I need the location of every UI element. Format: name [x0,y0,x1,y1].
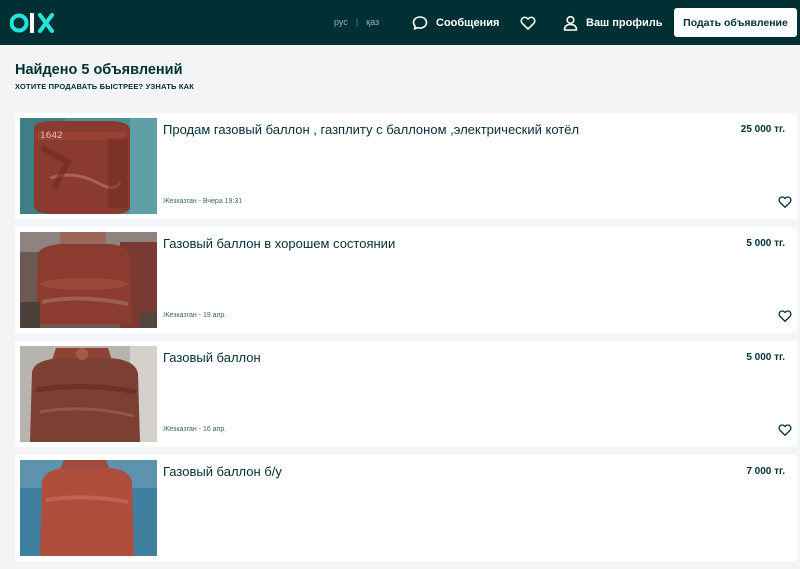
listing-card[interactable]: 1642 Продам газовый баллон , газплиту с … [15,113,797,219]
listing-photo[interactable] [20,346,157,442]
listing-title[interactable]: Газовый баллон в хорошем состоянии [163,236,395,251]
results-count-title: Найдено 5 объявлений [15,62,183,78]
profile-link[interactable]: Ваш профиль [563,14,663,32]
listing-card[interactable]: Газовый баллон 5 000 тг. Жезказган - 16 … [15,341,797,447]
listing-title[interactable]: Продам газовый баллон , газплиту с балло… [163,122,579,137]
heart-icon [520,16,536,30]
listing-price: 25 000 тг. [740,124,785,135]
listing-price: 5 000 тг. [746,238,785,249]
favorite-heart-icon[interactable] [778,309,792,323]
listing-title[interactable]: Газовый баллон [163,350,261,365]
sell-faster-link[interactable]: ХОТИТЕ ПРОДАВАТЬ БЫСТРЕЕ? УЗНАТЬ КАК [15,82,194,91]
messages-link[interactable]: Сообщения [412,14,499,32]
user-icon [563,15,578,31]
messages-label: Сообщения [436,17,500,29]
favorite-heart-icon[interactable] [778,195,792,209]
listing-card[interactable]: Газовый баллон б/у 7 000 тг. [15,455,797,561]
top-navbar: рус | қаз Сообщения Ваш профиль Подать о… [0,0,800,45]
chat-bubble-icon [412,16,428,30]
listing-list: 1642 Продам газовый баллон , газплиту с … [15,113,797,569]
listing-photo[interactable] [20,232,157,328]
lang-separator: | [355,17,359,27]
gas-cylinder-photo: 1642 [20,118,157,214]
listing-card[interactable]: Газовый баллон в хорошем состоянии 5 000… [15,227,797,333]
olx-logo-icon [10,13,54,33]
olx-logo[interactable] [10,8,56,38]
favorites-link[interactable] [520,14,536,32]
listing-price: 5 000 тг. [746,352,785,363]
language-switcher: рус | қаз [334,17,379,27]
listing-location-date: Жезказган - 19 апр. [163,312,227,319]
listing-photo[interactable] [20,460,157,556]
listing-photo[interactable]: 1642 [20,118,157,214]
favorite-heart-icon[interactable] [778,423,792,437]
listing-location-date: Жезказган - Вчера 19:31 [163,198,243,205]
gas-cylinder-photo [20,346,157,442]
listing-price: 7 000 тг. [746,466,785,477]
gas-cylinder-photo [20,232,157,328]
gas-cylinder-photo [20,460,157,556]
profile-label: Ваш профиль [586,17,663,29]
listing-title[interactable]: Газовый баллон б/у [163,464,282,479]
lang-ru-link[interactable]: рус [334,17,348,27]
lang-kz-link[interactable]: қаз [366,17,379,27]
listing-location-date: Жезказган - 16 апр. [163,426,227,433]
post-ad-button[interactable]: Подать объявление [674,8,797,37]
svg-text:1642: 1642 [40,131,63,141]
